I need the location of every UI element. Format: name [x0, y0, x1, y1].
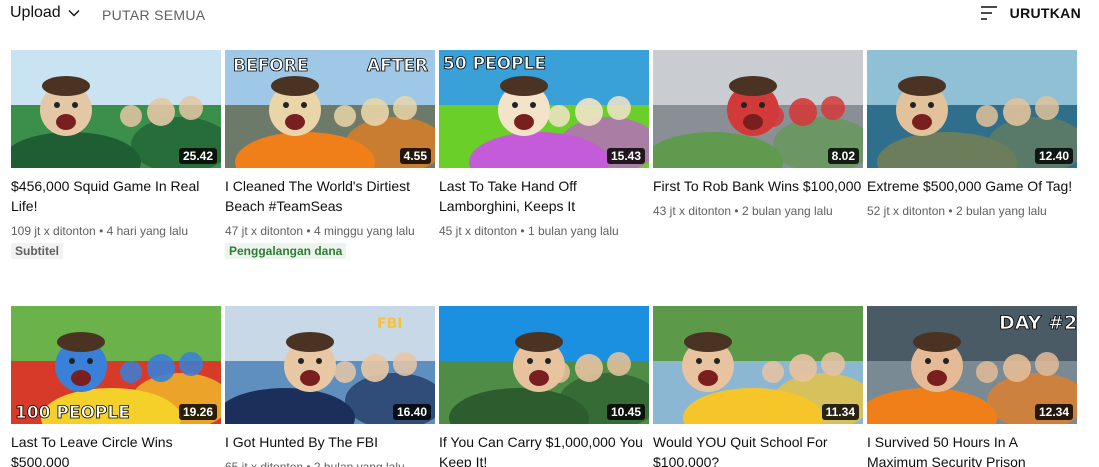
- thumbnail-overlay-text: 100 PEOPLE: [15, 403, 130, 423]
- channel-videos-toolbar: Upload PUTAR SEMUA URUTKAN: [0, 0, 1099, 30]
- video-card[interactable]: 12.40 Extreme $500,000 Game Of Tag! 52 jt…: [867, 50, 1077, 220]
- upload-filter-dropdown[interactable]: Upload: [10, 4, 81, 22]
- video-title[interactable]: I Survived 50 Hours In A Maximum Securit…: [867, 432, 1077, 467]
- upload-age: 2 bulan yang lalu: [741, 204, 833, 218]
- view-count: 43 jt x ditonton: [653, 204, 732, 218]
- video-duration: 11.34: [821, 404, 859, 420]
- video-thumbnail[interactable]: 50 PEOPLE 15.43: [439, 50, 649, 168]
- video-thumbnail[interactable]: 25.42: [11, 50, 221, 168]
- video-thumbnail[interactable]: 8.02: [653, 50, 863, 168]
- video-duration: 4.55: [399, 148, 431, 164]
- video-meta: 65 jt x ditonton • 2 bulan yang lalu: [225, 460, 405, 467]
- video-title[interactable]: I Cleaned The World's Dirtiest Beach #Te…: [225, 176, 435, 216]
- thumbnail-overlay-text: 50 PEOPLE: [443, 54, 546, 74]
- video-meta: 47 jt x ditonton • 4 minggu yang lalu: [225, 222, 435, 240]
- video-thumbnail[interactable]: 10.45: [439, 306, 649, 424]
- video-meta: 109 jt x ditonton • 4 hari yang lalu: [11, 222, 221, 240]
- video-thumbnail[interactable]: 100 PEOPLE 19.26: [11, 306, 221, 424]
- video-thumbnail[interactable]: 11.34: [653, 306, 863, 424]
- video-card[interactable]: 8.02 First To Rob Bank Wins $100,000 43 j…: [653, 50, 863, 220]
- video-duration: 25.42: [178, 148, 217, 164]
- sort-icon: [980, 6, 997, 20]
- upload-filter-label: Upload: [10, 4, 61, 21]
- meta-separator: •: [517, 224, 528, 238]
- play-all-button[interactable]: PUTAR SEMUA: [102, 7, 205, 23]
- meta-separator: •: [95, 224, 107, 238]
- video-card[interactable]: 11.34 Would YOU Quit School For $100,000…: [653, 306, 863, 467]
- thumbnail-overlay-text: DAY #2: [999, 312, 1077, 334]
- video-card[interactable]: 10.45 If You Can Carry $1,000,000 You Ke…: [439, 306, 649, 467]
- video-title[interactable]: If You Can Carry $1,000,000 You Keep It!: [439, 432, 649, 467]
- video-title[interactable]: I Got Hunted By The FBI: [225, 432, 435, 452]
- meta-separator: •: [303, 224, 314, 238]
- video-card[interactable]: FBI 16.40 I Got Hunted By The FBI 65 jt x…: [225, 306, 435, 467]
- video-meta: 45 jt x ditonton • 1 bulan yang lalu: [439, 222, 649, 240]
- video-thumbnail[interactable]: DAY #2 12.34: [867, 306, 1077, 424]
- video-meta: 43 jt x ditonton • 2 bulan yang lalu: [653, 202, 863, 220]
- video-thumbnail[interactable]: BEFORE AFTER 4.55: [225, 50, 435, 168]
- video-title[interactable]: Last To Leave Circle Wins $500,000: [11, 432, 221, 467]
- thumbnail-overlay-text: FBI: [377, 316, 402, 332]
- video-card[interactable]: DAY #2 12.34 I Survived 50 Hours In A Ma…: [867, 306, 1077, 467]
- video-duration: 12.34: [1034, 404, 1073, 420]
- chevron-down-icon: [68, 10, 80, 17]
- video-card[interactable]: 100 PEOPLE 19.26 Last To Leave Circle Wi…: [11, 306, 221, 467]
- view-count: 47 jt x ditonton: [225, 224, 304, 238]
- sort-label: URUTKAN: [1009, 5, 1081, 21]
- video-duration: 15.43: [606, 148, 645, 164]
- thumbnail-overlay-text-2: AFTER: [367, 56, 428, 76]
- video-duration: 10.45: [606, 404, 645, 420]
- video-duration: 12.40: [1034, 148, 1073, 164]
- video-card[interactable]: 50 PEOPLE 15.43 Last To Take Hand Off La…: [439, 50, 649, 240]
- video-title[interactable]: $456,000 Squid Game In Real Life!: [11, 176, 221, 216]
- upload-age: 1 bulan yang lalu: [527, 224, 619, 238]
- upload-age: 2 bulan yang lalu: [955, 204, 1047, 218]
- upload-age: 4 minggu yang lalu: [313, 224, 415, 238]
- video-card[interactable]: BEFORE AFTER 4.55 I Cleaned The World's D…: [225, 50, 435, 260]
- video-title[interactable]: First To Rob Bank Wins $100,000: [653, 176, 863, 196]
- sort-button[interactable]: URUTKAN: [980, 5, 1081, 21]
- video-title[interactable]: Would YOU Quit School For $100,000?: [653, 432, 863, 467]
- video-badge: Penggalangan dana: [225, 243, 347, 259]
- meta-separator: •: [945, 204, 956, 218]
- meta-separator: •: [731, 204, 742, 218]
- video-meta: 52 jt x ditonton • 2 bulan yang lalu: [867, 202, 1077, 220]
- video-title[interactable]: Last To Take Hand Off Lamborghini, Keeps…: [439, 176, 649, 216]
- video-duration: 16.40: [392, 404, 431, 420]
- thumbnail-overlay-text: BEFORE: [233, 56, 308, 76]
- video-badge: Subtitel: [11, 243, 63, 259]
- upload-age: 4 hari yang lalu: [106, 224, 188, 238]
- video-thumbnail[interactable]: 12.40: [867, 50, 1077, 168]
- view-count: 52 jt x ditonton: [867, 204, 946, 218]
- view-count: 109 jt x ditonton: [11, 224, 96, 238]
- video-card[interactable]: 25.42 $456,000 Squid Game In Real Life! 1…: [11, 50, 221, 260]
- video-duration: 19.26: [178, 404, 217, 420]
- video-title[interactable]: Extreme $500,000 Game Of Tag!: [867, 176, 1077, 196]
- video-duration: 8.02: [827, 148, 859, 164]
- view-count: 45 jt x ditonton: [439, 224, 518, 238]
- video-thumbnail[interactable]: FBI 16.40: [225, 306, 435, 424]
